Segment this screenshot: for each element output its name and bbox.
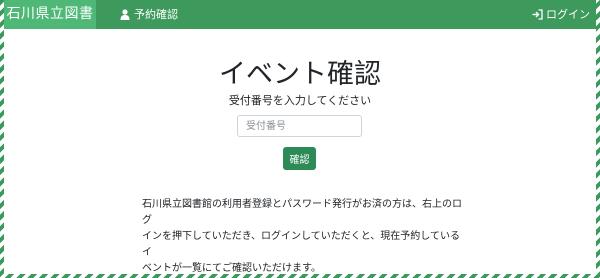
- nav-login-label: ログイン: [546, 8, 590, 21]
- info-line: ベントが一覧にてご確認いただけます。: [142, 263, 321, 274]
- info-line: インを押下していただき、ログインしていただくと、現在予約しているイ: [142, 231, 460, 258]
- sign-in-icon: [532, 9, 543, 20]
- page-title: イベント確認: [219, 59, 381, 90]
- confirm-button[interactable]: 確認: [283, 147, 316, 170]
- nav-reservation-link[interactable]: 予約確認: [120, 0, 178, 29]
- user-icon: [120, 9, 130, 20]
- info-line: 石川県立図書館の利用者登録とパスワード発行がお済の方は、右上のログ: [142, 199, 462, 226]
- navbar: 石川県立図書館 予約確認 ログイン: [4, 0, 596, 51]
- page-content: 石川県立図書館 予約確認 ログイン イベント確認 受付番号を入力してください 受…: [4, 0, 596, 274]
- info-text: 石川県立図書館の利用者登録とパスワード発行がお済の方は、右上のログ インを押下し…: [142, 197, 462, 277]
- receipt-number-input[interactable]: [237, 115, 362, 137]
- nav-login-link[interactable]: ログイン: [532, 0, 590, 29]
- page-subtitle: 受付番号を入力してください: [228, 94, 372, 107]
- page-frame: 石川県立図書館 予約確認 ログイン イベント確認 受付番号を入力してください 受…: [0, 0, 600, 278]
- brand-logo-link[interactable]: 石川県立図書館: [4, 0, 96, 51]
- nav-reservation-label: 予約確認: [134, 8, 178, 21]
